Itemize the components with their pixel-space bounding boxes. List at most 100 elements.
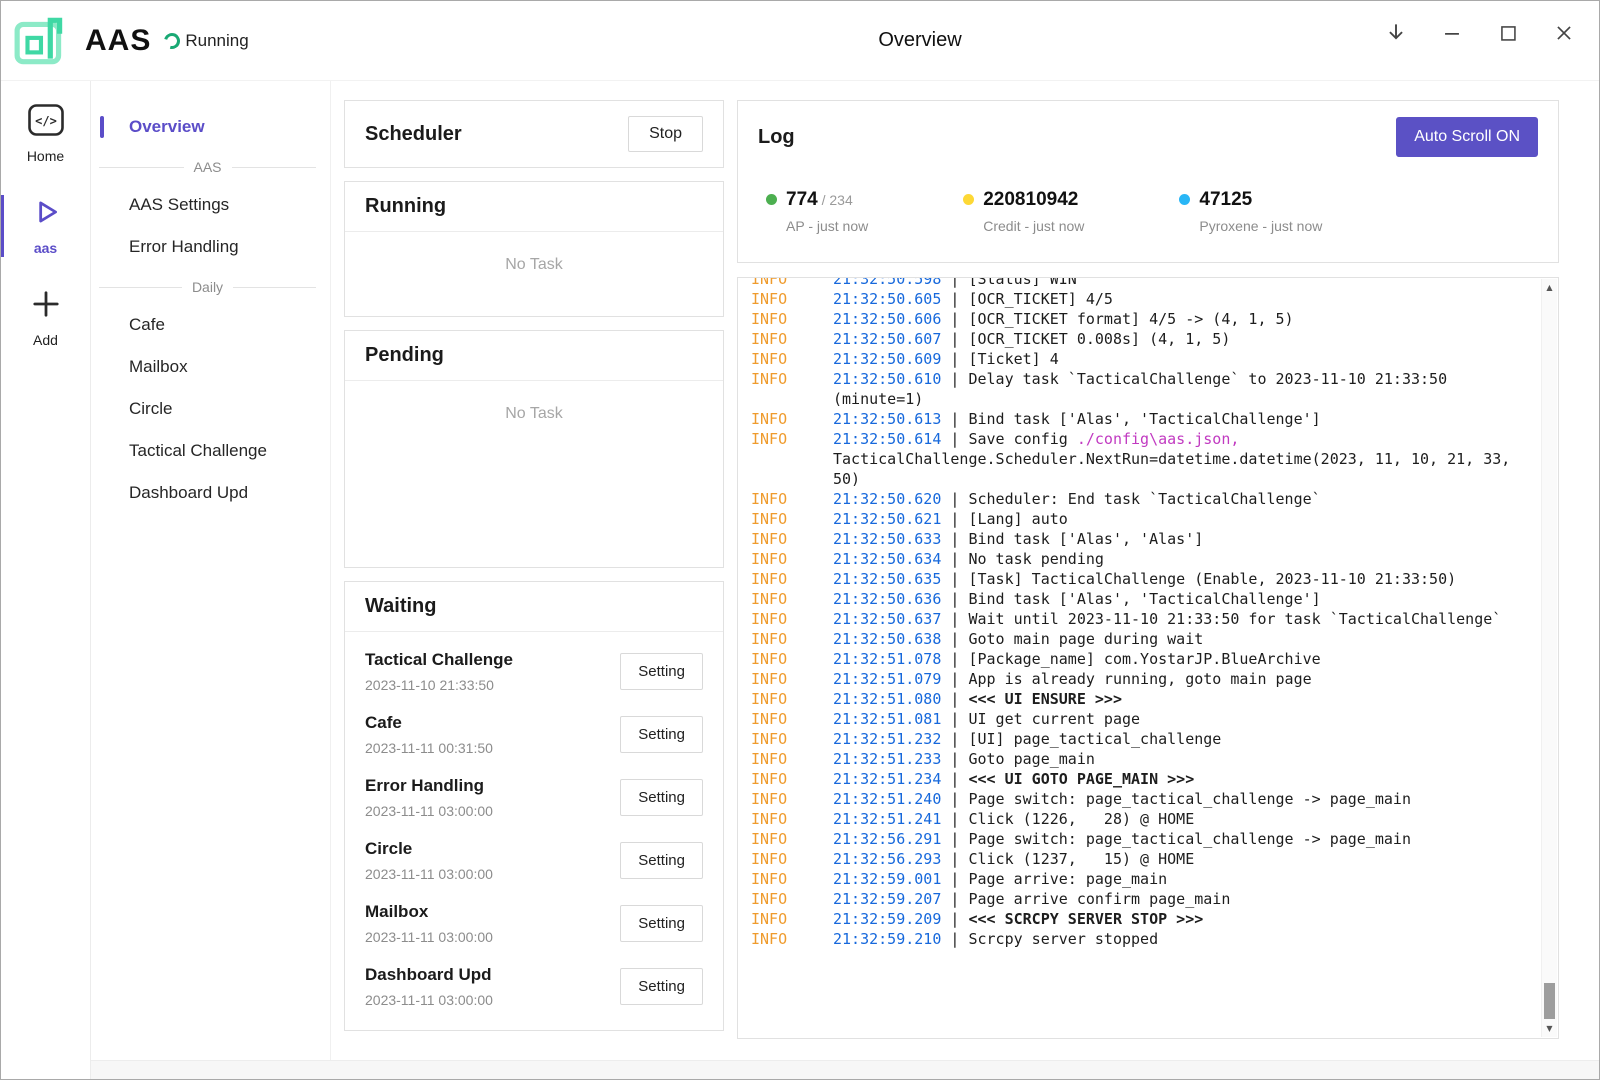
log-message: 21:32:51.081 | UI get current page <box>833 709 1526 729</box>
log-timestamp: 21:32:56.293 <box>833 850 941 868</box>
log-message: 21:32:59.209 | <<< SCRCPY SERVER STOP >>… <box>833 909 1526 929</box>
svg-text:</>: </> <box>35 114 57 128</box>
log-segment-bold: <<< UI GOTO PAGE_MAIN >>> <box>968 770 1194 788</box>
nav-item-circle[interactable]: Circle <box>91 389 330 429</box>
stop-button[interactable]: Stop <box>628 116 703 152</box>
log-segment: UI get current page <box>968 710 1140 728</box>
log-level: INFO <box>751 509 833 529</box>
log-message: 21:32:50.610 | Delay task `TacticalChall… <box>833 369 1526 409</box>
scroll-up-icon[interactable]: ▲ <box>1542 280 1557 295</box>
log-timestamp: 21:32:59.210 <box>833 930 941 948</box>
stat-caption: AP - just now <box>786 218 868 234</box>
log-row: INFO21:32:59.209 | <<< SCRCPY SERVER STO… <box>751 909 1526 929</box>
stat-value: 774 <box>786 189 818 210</box>
task-setting-button[interactable]: Setting <box>620 842 703 879</box>
close-icon[interactable] <box>1549 18 1579 48</box>
log-timestamp: 21:32:50.598 <box>833 277 941 288</box>
log-segment: Page arrive: page_main <box>968 870 1167 888</box>
task-next-run-time: 2023-11-11 03:00:00 <box>365 803 493 819</box>
horizontal-scrollbar[interactable] <box>91 1060 1599 1079</box>
log-row: INFO21:32:56.293 | Click (1237, 15) @ HO… <box>751 849 1526 869</box>
log-timestamp: 21:32:50.613 <box>833 410 941 428</box>
log-level: INFO <box>751 769 833 789</box>
download-icon[interactable] <box>1381 18 1411 48</box>
task-name: Tactical Challenge <box>365 650 513 670</box>
nav-item-error-handling[interactable]: Error Handling <box>91 227 330 267</box>
log-row: INFO21:32:50.635 | [Task] TacticalChalle… <box>751 569 1526 589</box>
task-setting-button[interactable]: Setting <box>620 716 703 753</box>
log-level: INFO <box>751 589 833 609</box>
log-message: 21:32:50.621 | [Lang] auto <box>833 509 1526 529</box>
stat-text: 47125 Pyroxene - just now <box>1199 189 1322 234</box>
stat-value: 47125 <box>1199 189 1252 210</box>
main-content: Scheduler Stop Running No Task Pending <box>331 81 1599 1079</box>
nav-group-divider-daily: Daily <box>91 269 330 305</box>
log-segment: [OCR_TICKET] 4/5 <box>968 290 1113 308</box>
log-card: Log Auto Scroll ON 774 / 234AP - just no… <box>737 100 1559 263</box>
log-row: INFO21:32:51.078 | [Package_name] com.Yo… <box>751 649 1526 669</box>
log-row: INFO21:32:50.607 | [OCR_TICKET 0.008s] (… <box>751 329 1526 349</box>
log-timestamp: 21:32:51.234 <box>833 770 941 788</box>
log-message: 21:32:51.233 | Goto page_main <box>833 749 1526 769</box>
log-timestamp: 21:32:50.610 <box>833 370 941 388</box>
log-row: INFO21:32:59.001 | Page arrive: page_mai… <box>751 869 1526 889</box>
log-message: 21:32:50.634 | No task pending <box>833 549 1526 569</box>
waiting-card: Waiting Tactical Challenge2023-11-10 21:… <box>344 581 724 1031</box>
task-setting-button[interactable]: Setting <box>620 779 703 816</box>
play-icon <box>30 196 62 233</box>
log-level: INFO <box>751 329 833 349</box>
task-name: Dashboard Upd <box>365 965 493 985</box>
app-logo-icon <box>13 12 71 70</box>
waiting-task-list: Tactical Challenge2023-11-10 21:33:50Set… <box>345 632 723 1030</box>
log-scrollbar[interactable]: ▲ ▼ <box>1541 279 1557 1037</box>
nav-item-mailbox[interactable]: Mailbox <box>91 347 330 387</box>
log-row: INFO21:32:50.620 | Scheduler: End task `… <box>751 489 1526 509</box>
auto-scroll-button[interactable]: Auto Scroll ON <box>1396 117 1538 157</box>
rail-item-label: Home <box>27 148 64 164</box>
nav-item-overview[interactable]: Overview <box>91 107 330 147</box>
log-timestamp: 21:32:59.209 <box>833 910 941 928</box>
log-scrollbar-thumb[interactable] <box>1544 983 1555 1019</box>
log-timestamp: 21:32:50.638 <box>833 630 941 648</box>
log-segment: [Status] WIN <box>968 277 1076 288</box>
stat-text: 220810942Credit - just now <box>983 189 1084 234</box>
nav-item-dashboard-upd[interactable]: Dashboard Upd <box>91 473 330 513</box>
log-column: Log Auto Scroll ON 774 / 234AP - just no… <box>737 100 1559 1039</box>
maximize-icon[interactable] <box>1493 18 1523 48</box>
log-level: INFO <box>751 809 833 829</box>
log-segment: Page switch: page_tactical_challenge -> … <box>968 830 1411 848</box>
log-segment: [Ticket] 4 <box>968 350 1058 368</box>
task-setting-button[interactable]: Setting <box>620 968 703 1005</box>
log-timestamp: 21:32:59.001 <box>833 870 941 888</box>
task-setting-button[interactable]: Setting <box>620 653 703 690</box>
log-timestamp: 21:32:50.634 <box>833 550 941 568</box>
rail-item-home[interactable]: </> Home <box>1 99 90 169</box>
log-timestamp: 21:32:50.620 <box>833 490 941 508</box>
log-message: 21:32:50.606 | [OCR_TICKET format] 4/5 -… <box>833 309 1526 329</box>
scroll-down-icon[interactable]: ▼ <box>1542 1021 1557 1036</box>
rail-item-add[interactable]: Add <box>1 283 90 353</box>
log-level: INFO <box>751 889 833 909</box>
log-row: INFO21:32:56.291 | Page switch: page_tac… <box>751 829 1526 849</box>
nav-item-cafe[interactable]: Cafe <box>91 305 330 345</box>
log-message: 21:32:50.607 | [OCR_TICKET 0.008s] (4, 1… <box>833 329 1526 349</box>
log-level: INFO <box>751 929 833 949</box>
rail-item-aas[interactable]: aas <box>1 191 90 261</box>
task-setting-button[interactable]: Setting <box>620 905 703 942</box>
nav-group-divider-aas: AAS <box>91 149 330 185</box>
nav-item-aas-settings[interactable]: AAS Settings <box>91 185 330 225</box>
stat-pyroxene: 47125 Pyroxene - just now <box>1179 189 1322 234</box>
log-segment: Scrcpy server stopped <box>968 930 1158 948</box>
log-message: 21:32:51.234 | <<< UI GOTO PAGE_MAIN >>> <box>833 769 1526 789</box>
rail-item-label: aas <box>34 240 57 256</box>
stat-caption: Pyroxene - just now <box>1199 218 1322 234</box>
log-level: INFO <box>751 829 833 849</box>
log-segment: [UI] page_tactical_challenge <box>968 730 1221 748</box>
log-message: 21:32:51.078 | [Package_name] com.Yostar… <box>833 649 1526 669</box>
log-message: 21:32:56.293 | Click (1237, 15) @ HOME <box>833 849 1526 869</box>
log-segment: [OCR_TICKET format] 4/5 -> (4, 1, 5) <box>968 310 1293 328</box>
nav-item-tactical-challenge[interactable]: Tactical Challenge <box>91 431 330 471</box>
log-level: INFO <box>751 429 833 489</box>
minimize-icon[interactable] <box>1437 18 1467 48</box>
stat-value-row: 220810942 <box>983 189 1084 211</box>
